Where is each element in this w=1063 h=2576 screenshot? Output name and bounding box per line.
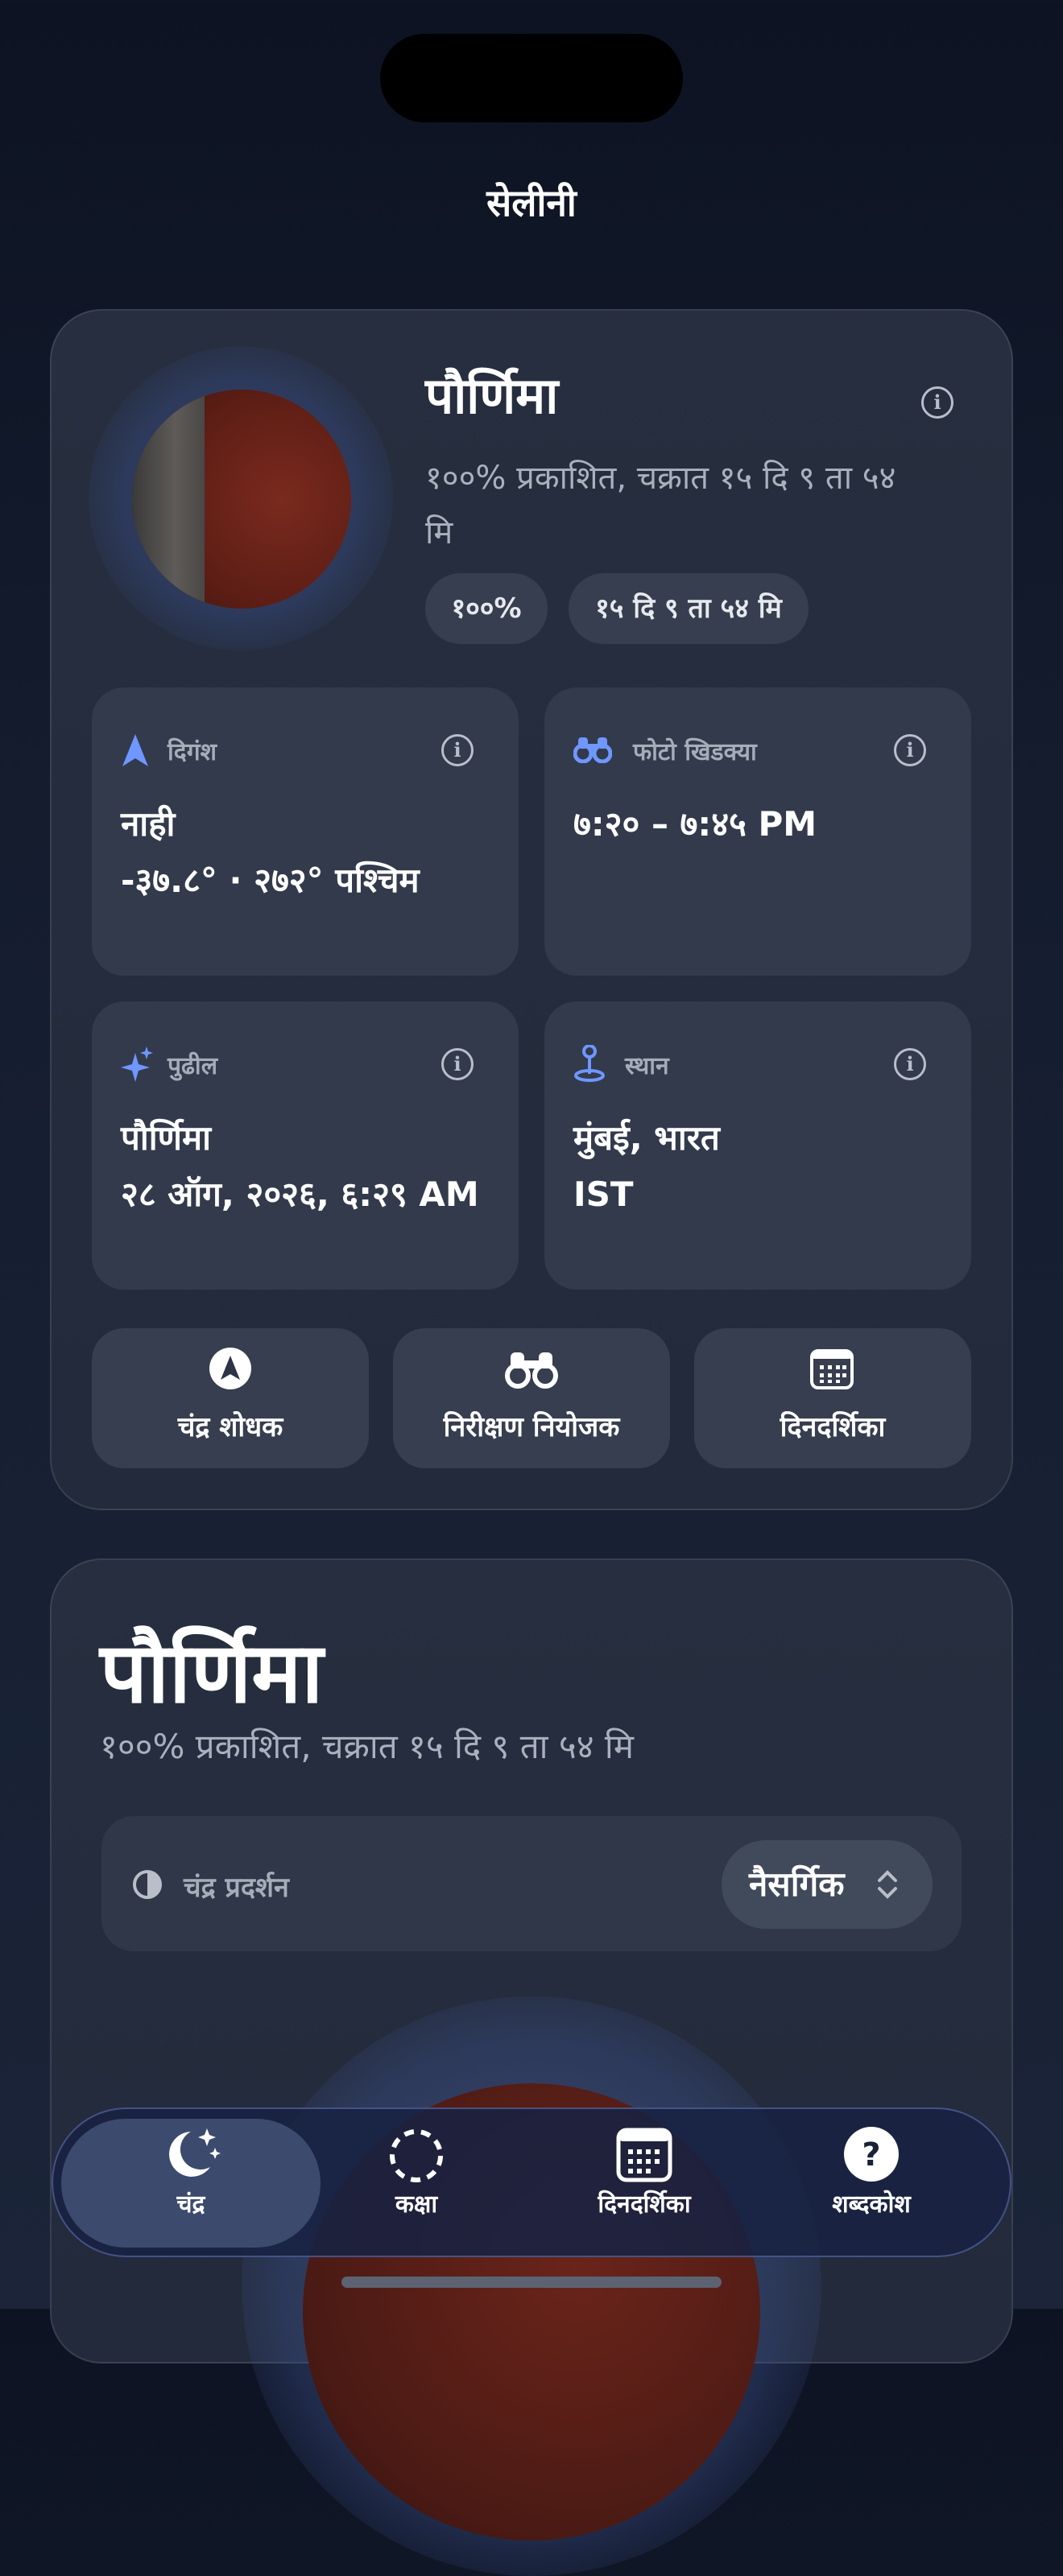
location-arrow-icon <box>122 734 148 766</box>
phase-name: पौर्णिमा <box>425 366 559 425</box>
svg-text:?: ? <box>862 2136 880 2174</box>
photo-window-time: ७:२० – ७:४५ PM <box>573 804 817 844</box>
display-value: नैसर्गिक <box>749 1864 845 1904</box>
display-select[interactable]: नैसर्गिक <box>722 1840 933 1929</box>
moon-image <box>132 390 351 609</box>
tab-moon-label: चंद्र <box>176 2190 205 2219</box>
location-timezone: IST <box>573 1174 634 1214</box>
tab-orbit[interactable]: कक्षा <box>304 2125 529 2219</box>
home-indicator <box>341 2277 722 2288</box>
observation-planner-label: निरीक्षण नियोजक <box>443 1411 620 1443</box>
location-pin-icon <box>574 1045 605 1082</box>
dynamic-island <box>380 34 683 122</box>
tab-calendar-label: दिनदर्शिका <box>598 2190 691 2219</box>
half-circle-icon <box>133 1870 162 1899</box>
phase-subtitle: १००% प्रकाशित, चक्रात १५ दि ९ ता ५४ मि <box>425 460 896 551</box>
tab-orbit-label: कक्षा <box>395 2190 438 2219</box>
azimuth-label: दिगंश <box>168 738 217 766</box>
binoculars-icon <box>573 737 612 763</box>
calendar-icon <box>616 2128 672 2182</box>
info-icon[interactable]: i <box>921 386 953 419</box>
next-phase-name: पौर्णिमा <box>121 1118 211 1158</box>
tab-glossary-label: शब्दकोश <box>832 2190 911 2219</box>
cycle-age-chip: १५ दि ९ ता ५४ मि <box>569 573 809 644</box>
question-icon: ? <box>844 2127 899 2182</box>
calendar-icon <box>810 1349 854 1389</box>
tab-moon[interactable]: चंद्र <box>78 2125 304 2219</box>
location-city: मुंबई, भारत <box>573 1118 720 1158</box>
display-label: चंद्र प्रदर्शन <box>184 1872 289 1904</box>
compass-arrow-icon <box>209 1348 251 1389</box>
calendar-label: दिनदर्शिका <box>780 1411 886 1443</box>
tab-calendar[interactable]: दिनदर्शिका <box>532 2125 757 2219</box>
moon-stars-icon <box>169 2128 221 2177</box>
illumination-chip: १००% <box>425 573 548 644</box>
sparkles-icon <box>121 1046 153 1082</box>
app-title: सेलीनी <box>486 181 577 225</box>
tab-glossary[interactable]: ? शब्दकोश <box>759 2125 984 2219</box>
azimuth-line2: -३७.८° · २७२° पश्चिम <box>121 861 420 900</box>
photo-window-label: फोटो खिडक्या <box>633 738 757 766</box>
photo-window-info-icon[interactable]: i <box>894 734 926 766</box>
next-info-icon[interactable]: i <box>441 1048 474 1080</box>
orbit-icon <box>390 2129 443 2182</box>
location-info-icon[interactable]: i <box>894 1048 926 1080</box>
detail-title: पौर्णिमा <box>100 1624 324 1722</box>
azimuth-info-icon[interactable]: i <box>441 734 474 766</box>
binoculars-icon <box>505 1352 558 1389</box>
detail-subtitle: १००% प्रकाशित, चक्रात १५ दि ९ ता ५४ मि <box>100 1727 634 1766</box>
location-label: स्थान <box>625 1052 669 1080</box>
chevron-updown-icon <box>878 1870 897 1899</box>
moon-finder-label: चंद्र शोधक <box>177 1411 283 1443</box>
next-label: पुढील <box>168 1052 218 1080</box>
azimuth-line1: नाही <box>121 804 176 844</box>
next-phase-date: २८ ऑग, २०२६, ६:२९ AM <box>121 1174 479 1214</box>
